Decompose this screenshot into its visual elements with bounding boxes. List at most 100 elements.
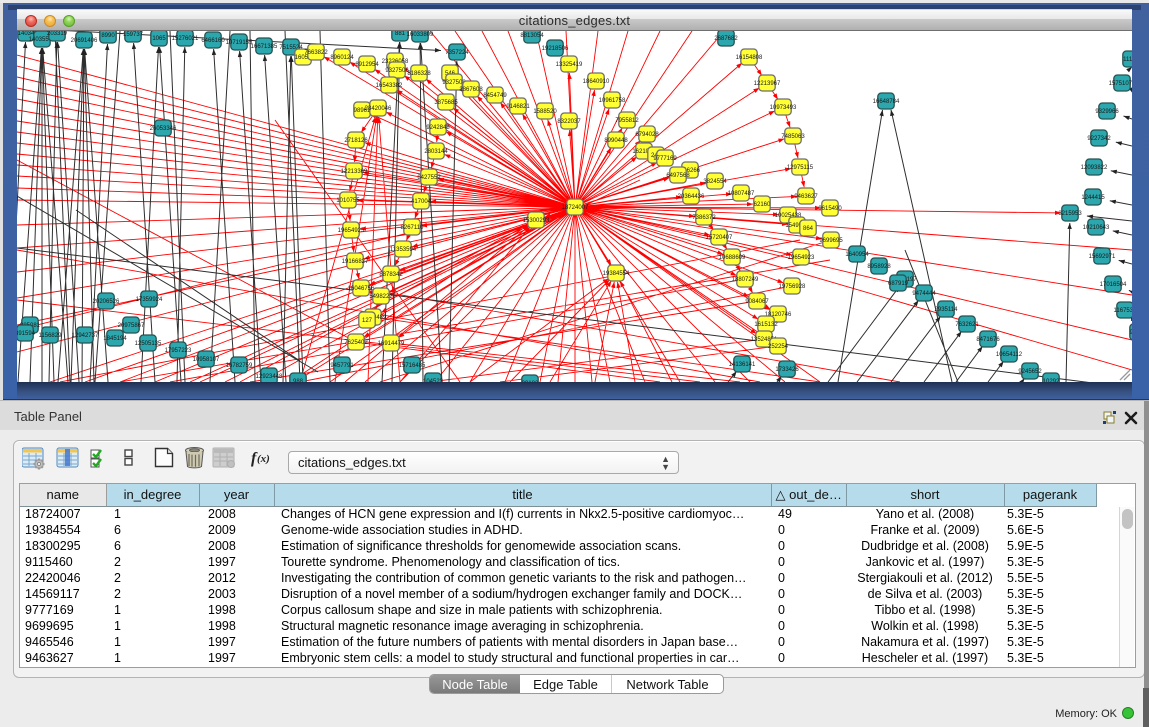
svg-text:10719155: 10719155 (226, 40, 253, 46)
svg-text:881: 881 (395, 31, 406, 37)
svg-text:3875685: 3875685 (434, 100, 458, 106)
svg-text:9245652: 9245652 (1018, 369, 1042, 375)
svg-text:8322037: 8322037 (557, 119, 581, 125)
svg-text:6497568: 6497568 (666, 173, 690, 179)
svg-text:19218506: 19218506 (542, 46, 569, 52)
svg-text:9227342: 9227342 (1087, 136, 1111, 142)
svg-text:9327506: 9327506 (385, 68, 409, 74)
svg-text:10958107: 10958107 (193, 357, 220, 363)
svg-text:7357224: 7357224 (445, 50, 469, 56)
svg-text:417004: 417004 (411, 199, 432, 205)
svg-text:16154808: 16154808 (736, 55, 763, 61)
svg-text:19756928: 19756928 (779, 284, 806, 290)
svg-text:19384554: 19384554 (603, 271, 630, 277)
svg-text:16648784: 16648784 (873, 99, 900, 105)
svg-text:20206526: 20206526 (93, 299, 120, 305)
svg-text:15716485: 15716485 (399, 363, 426, 369)
svg-text:1065: 1065 (152, 36, 166, 42)
svg-text:1156829: 1156829 (39, 333, 63, 339)
svg-text:16914479: 16914479 (378, 341, 405, 347)
svg-text:15300293: 15300293 (523, 218, 550, 224)
svg-text:8958928: 8958928 (867, 264, 891, 270)
svg-text:10973493: 10973493 (770, 105, 797, 111)
svg-text:8960124: 8960124 (330, 55, 354, 61)
svg-text:16033809: 16033809 (407, 32, 434, 38)
svg-text:8990448: 8990448 (604, 138, 628, 144)
svg-text:8912954: 8912954 (355, 62, 379, 68)
svg-text:11123: 11123 (1123, 57, 1132, 63)
svg-text:9242848: 9242848 (426, 125, 450, 131)
svg-text:20975867: 20975867 (118, 323, 145, 329)
svg-text:20691406: 20691406 (71, 38, 98, 44)
svg-text:9084067: 9084067 (745, 299, 769, 305)
svg-text:16046756: 16046756 (348, 286, 375, 292)
svg-text:2718126: 2718126 (344, 138, 368, 144)
svg-text:2687682: 2687682 (714, 36, 738, 42)
svg-text:10654112: 10654112 (996, 352, 1023, 358)
svg-text:8186328: 8186328 (407, 71, 431, 77)
svg-text:23420046: 23420046 (365, 106, 392, 112)
svg-text:1167533: 1167533 (1114, 308, 1132, 314)
svg-text:8427552: 8427552 (417, 175, 441, 181)
svg-text:(x): (x) (257, 453, 270, 465)
svg-text:12942737: 12942737 (72, 333, 99, 339)
svg-text:10688609: 10688609 (719, 255, 746, 261)
svg-text:988: 988 (293, 379, 304, 382)
svg-text:12213369: 12213369 (341, 169, 368, 175)
svg-text:8990: 8990 (101, 33, 115, 39)
svg-text:10961758: 10961758 (599, 98, 626, 104)
svg-text:2803144: 2803144 (424, 149, 448, 155)
svg-text:8454749: 8454749 (483, 93, 507, 99)
svg-text:864: 864 (803, 226, 814, 232)
svg-text:1010755: 1010755 (336, 198, 360, 204)
svg-text:16543382: 16543382 (376, 83, 403, 89)
svg-text:15692971: 15692971 (1089, 254, 1116, 260)
svg-text:252254: 252254 (768, 344, 789, 350)
svg-text:62160: 62160 (754, 202, 771, 208)
svg-text:1588520: 1588520 (533, 109, 557, 115)
svg-text:3824554: 3824554 (703, 179, 727, 185)
svg-text:1640954: 1640954 (845, 252, 869, 258)
svg-text:9777169: 9777169 (653, 156, 677, 162)
svg-text:13325419: 13325419 (556, 62, 583, 68)
svg-text:1615132: 1615132 (754, 322, 778, 328)
svg-text:391594: 391594 (17, 331, 36, 337)
svg-text:1733426: 1733426 (775, 367, 799, 373)
svg-text:17957223: 17957223 (165, 348, 192, 354)
svg-text:8813054: 8813054 (520, 33, 544, 39)
svg-text:7632621: 7632621 (955, 322, 979, 328)
svg-text:10807487: 10807487 (728, 191, 755, 197)
svg-text:17016504: 17016504 (1100, 282, 1127, 288)
svg-text:10292: 10292 (1043, 379, 1060, 382)
svg-text:127: 127 (362, 318, 373, 324)
svg-text:9329966: 9329966 (1095, 109, 1119, 115)
svg-text:7625402: 7625402 (344, 340, 368, 346)
svg-text:14136141: 14136141 (729, 362, 756, 368)
svg-text:1244415: 1244415 (1081, 195, 1105, 201)
svg-text:8267110: 8267110 (401, 225, 425, 231)
svg-text:19166827: 19166827 (342, 259, 369, 265)
svg-text:19654923: 19654923 (788, 255, 815, 261)
svg-text:18724007: 18724007 (562, 205, 589, 211)
svg-text:687919: 687919 (888, 281, 909, 287)
svg-text:7485063: 7485063 (781, 134, 805, 140)
svg-text:9474444: 9474444 (912, 291, 936, 297)
svg-text:92450: 92450 (1130, 330, 1132, 336)
svg-text:2935114: 2935114 (935, 307, 959, 313)
svg-text:12093822: 12093822 (1081, 165, 1108, 171)
svg-text:9457791: 9457791 (330, 363, 354, 369)
svg-text:9615490: 9615490 (818, 206, 842, 212)
svg-text:16671385: 16671385 (251, 44, 278, 50)
svg-text:7663822: 7663822 (304, 50, 328, 56)
svg-text:7386372: 7386372 (692, 215, 716, 221)
svg-text:17359924: 17359924 (136, 297, 163, 303)
svg-text:9699695: 9699695 (819, 238, 843, 244)
svg-text:15276021: 15276021 (172, 36, 199, 42)
svg-text:159737: 159737 (123, 32, 144, 38)
svg-text:15720407: 15720407 (706, 235, 733, 241)
svg-text:5498222: 5498222 (369, 294, 393, 300)
svg-text:15751074: 15751074 (1109, 81, 1132, 87)
svg-text:16782759: 16782759 (226, 363, 253, 369)
svg-text:26053346: 26053346 (150, 126, 177, 132)
svg-text:10210643: 10210643 (1083, 225, 1110, 231)
